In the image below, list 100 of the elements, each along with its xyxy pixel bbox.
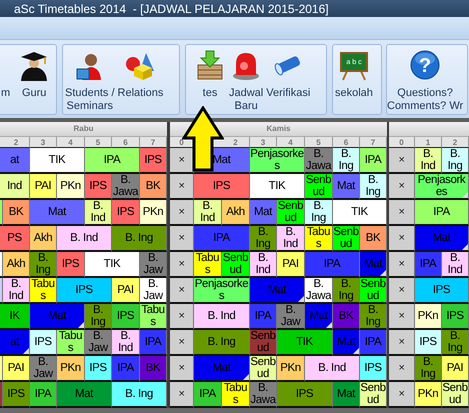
lesson-cell[interactable]: B. Ing [305,200,333,226]
lesson-cell[interactable]: Ind [0,174,30,200]
lesson-cell[interactable]: Mat [30,200,85,226]
lesson-cell[interactable]: B. Jaw [140,252,167,278]
lesson-cell[interactable]: PAI [277,252,305,278]
lesson-cell[interactable]: Tabus [305,226,333,252]
lesson-cell[interactable]: Akh [30,226,57,252]
lesson-cell[interactable]: Mat [250,200,277,226]
ribbon-button[interactable]: Relations [118,49,164,100]
lesson-cell[interactable]: B. Ing [85,304,112,330]
ribbon-button[interactable]: Students / Seminars [65,49,115,113]
lesson-cell[interactable]: IPS [85,356,112,382]
lesson-cell[interactable]: B. Ing [442,330,469,356]
lesson-cell[interactable]: PKn [277,356,305,382]
lesson-cell[interactable]: B. Ind [277,226,305,252]
lesson-cell[interactable]: Mat [333,382,360,408]
lesson-cell[interactable] [0,252,3,278]
lesson-cell[interactable]: Senbud [250,356,277,382]
lesson-cell[interactable]: Akh [222,200,250,226]
lesson-cell[interactable]: at [0,148,30,174]
lesson-cell[interactable]: TIK [85,252,140,278]
lesson-cell[interactable]: IPA [360,148,387,174]
lesson-cell[interactable]: B. Ing [112,226,167,252]
lesson-cell[interactable]: IPS [112,200,140,226]
lesson-cell[interactable]: B. Ind [415,148,442,174]
lesson-cell[interactable]: B. Ind [250,252,277,278]
lesson-cell[interactable]: Akh [3,252,30,278]
lesson-cell[interactable]: B. Ind [194,304,250,330]
lesson-cell[interactable]: B. Jaw [140,278,167,304]
ribbon-button[interactable]: Verifikasi [266,49,310,100]
lesson-cell[interactable]: B. Ind [3,278,30,304]
lesson-cell[interactable]: B. Jawa [112,174,140,200]
lesson-cell[interactable]: Senbud [305,174,333,200]
lesson-cell[interactable]: B. Ind [305,356,360,382]
lesson-cell[interactable]: Tabus [194,252,222,278]
lesson-cell[interactable]: Tabus [140,304,167,330]
lesson-cell[interactable]: BK [140,174,167,200]
lesson-cell[interactable]: IPS [442,304,469,330]
lesson-cell[interactable]: Senbud [277,200,305,226]
lesson-cell[interactable]: B. Ing [112,382,167,408]
lesson-cell[interactable]: B. Ind [442,252,469,278]
lesson-cell[interactable]: B. Ind [57,226,112,252]
lesson-cell[interactable]: PAI [442,356,469,382]
lesson-cell[interactable]: B. Jawa [305,148,333,174]
lesson-cell[interactable]: TIK [250,174,305,200]
lesson-cell[interactable]: Mat [333,174,360,200]
lesson-cell[interactable]: TIK [333,200,387,226]
lesson-cell[interactable] [0,200,3,226]
lesson-cell[interactable]: IPA [30,382,57,408]
lesson-cell[interactable]: IPA [415,200,469,226]
lesson-cell[interactable]: IPS [415,330,442,356]
lesson-cell[interactable]: Senbud [222,252,250,278]
lesson-cell[interactable]: PAI [30,174,57,200]
lesson-cell[interactable]: PKn [140,200,167,226]
lesson-cell[interactable]: TIK [277,330,333,356]
lesson-cell[interactable]: PS [0,226,30,252]
lesson-cell[interactable]: Senbud [442,382,469,408]
lesson-cell[interactable]: BK [3,200,30,226]
lesson-cell[interactable]: Senbud [360,382,387,408]
lesson-cell[interactable]: IPS [85,174,112,200]
lesson-cell[interactable]: IPS [30,330,57,356]
lesson-cell[interactable]: IPS [57,252,85,278]
lesson-cell[interactable]: IPS [415,278,469,304]
lesson-cell[interactable]: B. Ind [85,200,112,226]
lesson-cell[interactable]: Tabus [222,382,250,408]
lesson-cell[interactable]: B. Ing [30,252,57,278]
lesson-cell[interactable]: IPS [277,382,333,408]
lesson-cell[interactable]: B. Ind [112,330,140,356]
lesson-cell[interactable]: IPS [360,356,387,382]
lesson-cell[interactable]: PAI [112,278,140,304]
lesson-cell[interactable]: B. Ing [360,304,387,330]
lesson-cell[interactable]: IPS [3,382,30,408]
lesson-cell[interactable]: BK [360,226,387,252]
lesson-cell[interactable]: IPS [112,304,140,330]
lesson-cell[interactable]: TIK [30,148,85,174]
lesson-cell[interactable]: Senbud [360,278,387,304]
lesson-cell[interactable]: IPS [140,148,167,174]
lesson-cell[interactable]: PAI [3,356,30,382]
ribbon-button[interactable]: Jadwal Baru [229,49,264,113]
lesson-cell[interactable]: IPA [85,148,140,174]
lesson-cell[interactable]: B. Jawa [250,382,277,408]
lesson-cell[interactable]: B. Ing [442,148,469,174]
lesson-cell[interactable]: B. Jaw [30,356,57,382]
lesson-cell[interactable]: PKn [57,356,85,382]
lesson-cell[interactable]: B. Ing [360,174,387,200]
lesson-cell[interactable]: PKn [57,174,85,200]
lesson-cell[interactable]: Mat [57,382,112,408]
lesson-cell[interactable]: B. Ind [194,200,222,226]
lesson-cell[interactable]: B. Ing [333,278,360,304]
lesson-cell[interactable]: B. Ing [194,330,250,356]
lesson-cell[interactable]: Penjasorkes [250,148,305,174]
lesson-cell[interactable]: Senbud [333,226,360,252]
lesson-cell[interactable]: B. Jaw [277,304,305,330]
lesson-cell[interactable] [0,356,3,382]
lesson-cell[interactable]: B. Ing [333,148,360,174]
lesson-cell[interactable]: IPS [194,174,250,200]
lesson-cell[interactable]: B. Ing [250,226,277,252]
lesson-cell[interactable]: Tabus [30,278,57,304]
ribbon-button[interactable]: m [1,49,10,100]
lesson-cell[interactable]: IPS [57,278,112,304]
